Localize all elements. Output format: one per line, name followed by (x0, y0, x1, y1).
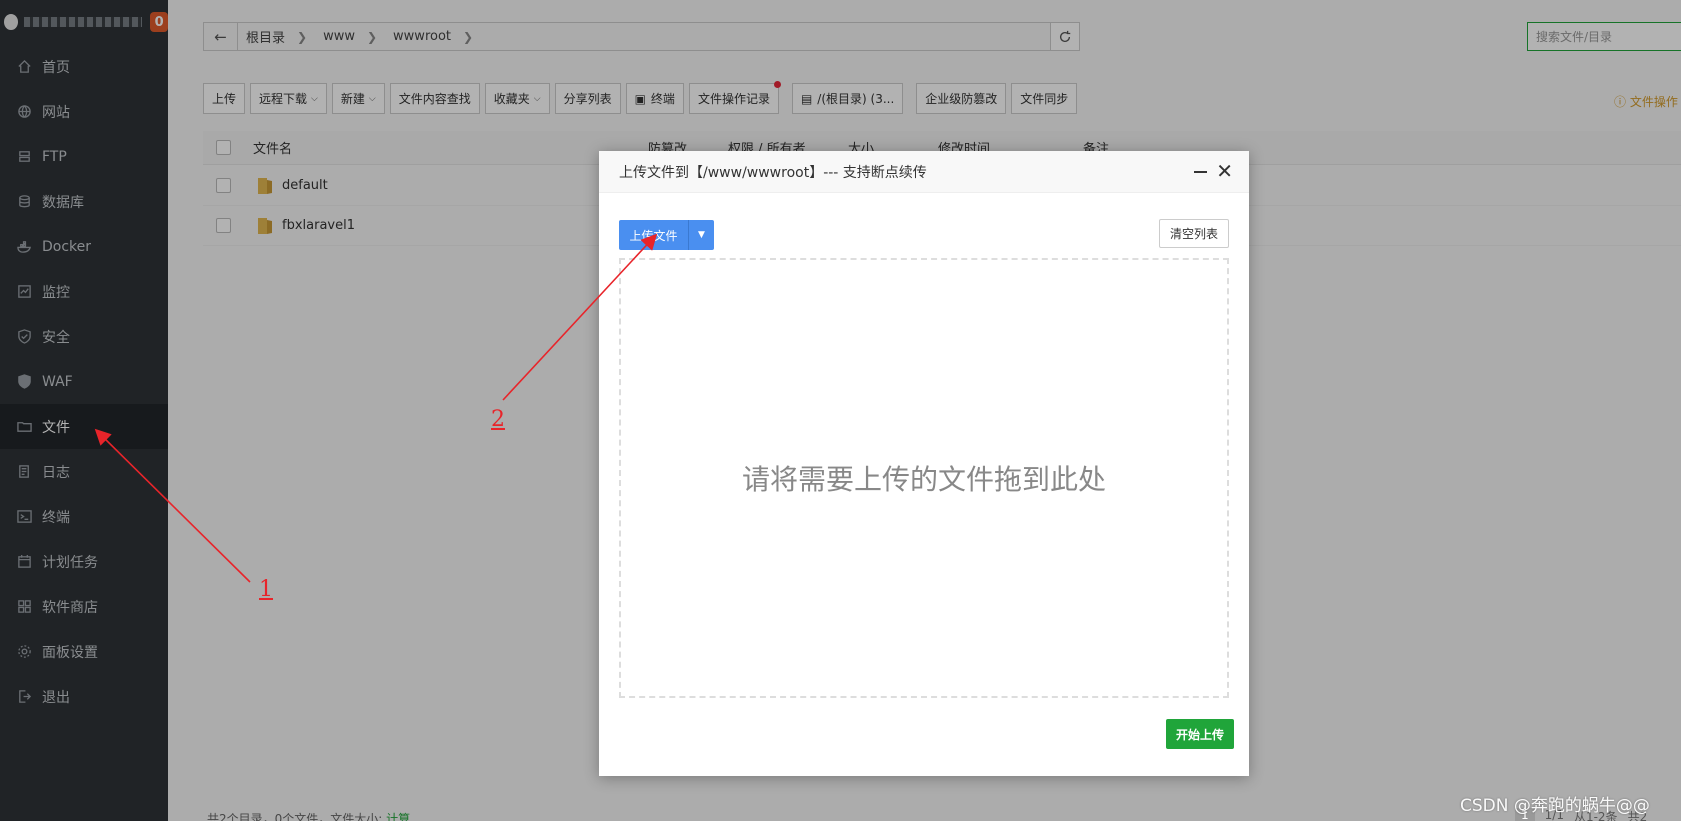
file-drop-zone[interactable]: 请将需要上传的文件拖到此处 (619, 258, 1229, 698)
dialog-title: 上传文件到【/www/wwwroot】--- 支持断点续传 (619, 164, 927, 181)
upload-dropdown-caret[interactable]: ▼ (689, 220, 714, 250)
clear-list-button[interactable]: 清空列表 (1158, 219, 1229, 248)
watermark: CSDN @奔跑的蜗牛@@ (1460, 796, 1650, 816)
drop-hint: 请将需要上传的文件拖到此处 (741, 463, 1106, 496)
minimize-icon[interactable] (1194, 171, 1207, 173)
upload-file-button-group: 上传文件 ▼ (619, 220, 714, 250)
annotation-label-1: 1 (259, 577, 273, 602)
caret-down-icon: ▼ (698, 230, 705, 240)
start-upload-button[interactable]: 开始上传 (1165, 719, 1234, 749)
close-icon[interactable]: ✕ (1216, 161, 1233, 181)
dialog-title-bar: 上传文件到【/www/wwwroot】--- 支持断点续传 ✕ (599, 151, 1249, 193)
annotation-label-2: 2 (491, 407, 505, 432)
upload-file-button[interactable]: 上传文件 (619, 220, 689, 250)
upload-dialog: 上传文件到【/www/wwwroot】--- 支持断点续传 ✕ 上传文件 ▼ 清… (599, 151, 1249, 776)
